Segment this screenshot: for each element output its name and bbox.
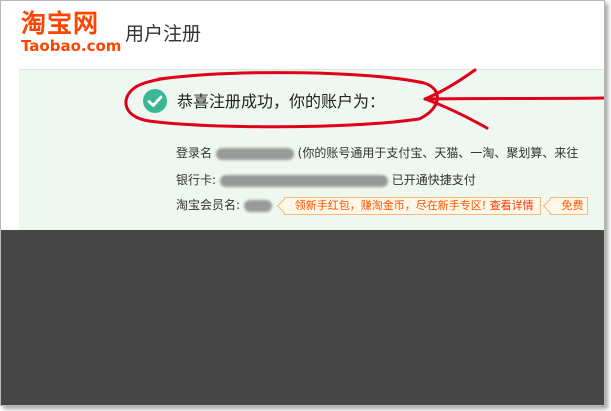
success-message: 恭喜注册成功，你的账户为： <box>177 92 386 111</box>
login-name-redacted <box>215 147 294 160</box>
dark-overlay-area <box>1 230 604 405</box>
bank-card-row: 银行卡: 已开通快捷支付 <box>176 171 476 189</box>
logo-english: Taobao.com <box>21 37 122 55</box>
login-name-label: 登录名 <box>176 146 213 160</box>
red-annotation-arrow <box>423 68 604 130</box>
bank-card-status: 已开通快捷支付 <box>391 173 476 187</box>
newbie-tip-text: 领新手红包，赚淘金币，尽在新手专区! <box>294 198 487 212</box>
free-tip-text: 免费 <box>561 198 584 212</box>
member-name-redacted <box>243 199 272 212</box>
member-name-row: 淘宝会员名: 领新手红包，赚淘金币，尽在新手专区! 查看详情 免费 <box>176 196 589 215</box>
tip-pointer <box>543 198 558 213</box>
page-title: 用户注册 <box>125 23 202 45</box>
check-circle-icon <box>143 89 167 113</box>
view-details-link[interactable]: 查看详情 <box>490 199 534 212</box>
login-name-note: (你的账号通用于支付宝、天猫、一淘、聚划算、来往 <box>297 146 579 160</box>
login-name-row: 登录名 (你的账号通用于支付宝、天猫、一淘、聚划算、来往 <box>176 144 578 162</box>
member-name-label: 淘宝会员名: <box>176 198 241 212</box>
newbie-tip-box: 领新手红包，赚淘金币，尽在新手专区! 查看详情 <box>276 196 541 215</box>
bank-card-redacted <box>219 174 388 187</box>
logo-chinese: 淘宝网 <box>21 9 100 38</box>
free-tip-box: 免费 <box>543 196 589 215</box>
site-header: 淘宝网 Taobao.com 用户注册 <box>1 1 604 67</box>
screenshot-frame: 淘宝网 Taobao.com 用户注册 恭喜注册成功，你的账户为： 登录名 (你… <box>0 0 605 406</box>
taobao-logo[interactable]: 淘宝网 Taobao.com <box>15 9 122 57</box>
bank-card-label: 银行卡: <box>176 173 217 187</box>
tip-pointer <box>276 198 291 213</box>
registration-success-panel: 恭喜注册成功，你的账户为： 登录名 (你的账号通用于支付宝、天猫、一淘、聚划算、… <box>19 68 604 232</box>
